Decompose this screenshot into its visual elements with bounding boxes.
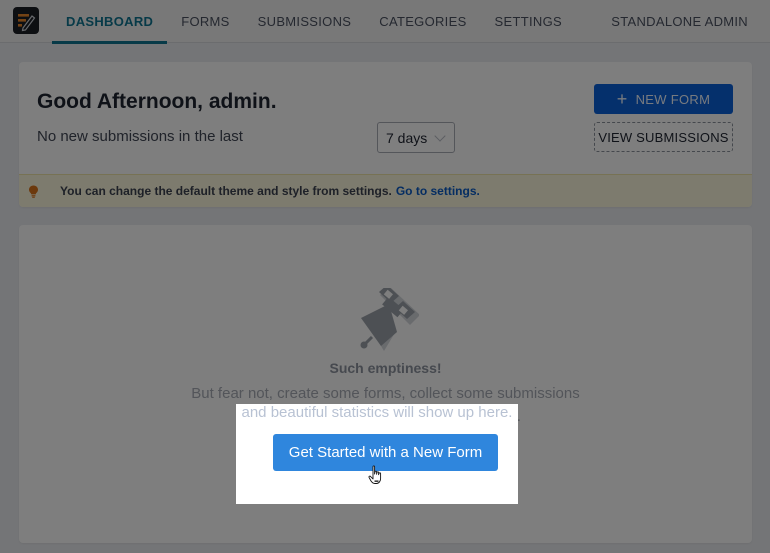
nav-tab-settings[interactable]: SETTINGS: [481, 0, 576, 43]
go-to-settings-link[interactable]: Go to settings.: [396, 184, 480, 198]
plus-icon: +: [616, 89, 628, 109]
satellite-icon: [360, 288, 419, 351]
nav-tabs: DASHBOARD FORMS SUBMISSIONS CATEGORIES S…: [52, 0, 576, 44]
submissions-summary: No new submissions in the last: [37, 128, 243, 145]
chevron-down-icon: [434, 130, 446, 142]
lightbulb-icon: [28, 185, 42, 198]
standalone-admin-link[interactable]: STANDALONE ADMIN: [611, 0, 748, 43]
notice-text: You can change the default theme and sty…: [60, 184, 392, 198]
hand-pointer-icon: [368, 465, 382, 484]
get-started-button[interactable]: Get Started with a New Form: [273, 434, 498, 471]
empty-state-description: But fear not, create some forms, collect…: [19, 382, 752, 428]
greeting-title: Good Afternoon, admin.: [37, 90, 277, 113]
nav-tab-dashboard[interactable]: DASHBOARD: [52, 0, 168, 44]
empty-state-title: Such emptiness!: [329, 360, 442, 376]
empty-state-line-2: and beautiful statistics will show up he…: [250, 408, 521, 425]
new-form-button[interactable]: + NEW FORM: [594, 84, 733, 114]
greeting-card: Good Afternoon, admin. No new submission…: [19, 62, 752, 207]
nav-tab-submissions[interactable]: SUBMISSIONS: [244, 0, 366, 43]
nav-tab-categories[interactable]: CATEGORIES: [365, 0, 480, 43]
empty-state-card: Such emptiness! But fear not, create som…: [19, 225, 752, 543]
top-navigation: DASHBOARD FORMS SUBMISSIONS CATEGORIES S…: [0, 0, 770, 44]
view-submissions-button[interactable]: VIEW SUBMISSIONS: [594, 122, 733, 152]
empty-state-line-1: But fear not, create some forms, collect…: [191, 385, 580, 402]
app-logo-icon[interactable]: [13, 7, 39, 34]
new-form-label: NEW FORM: [635, 91, 711, 107]
period-select[interactable]: 7 days: [377, 122, 455, 153]
nav-tab-forms[interactable]: FORMS: [167, 0, 243, 43]
period-select-value: 7 days: [386, 129, 428, 146]
settings-notice: You can change the default theme and sty…: [19, 174, 752, 207]
